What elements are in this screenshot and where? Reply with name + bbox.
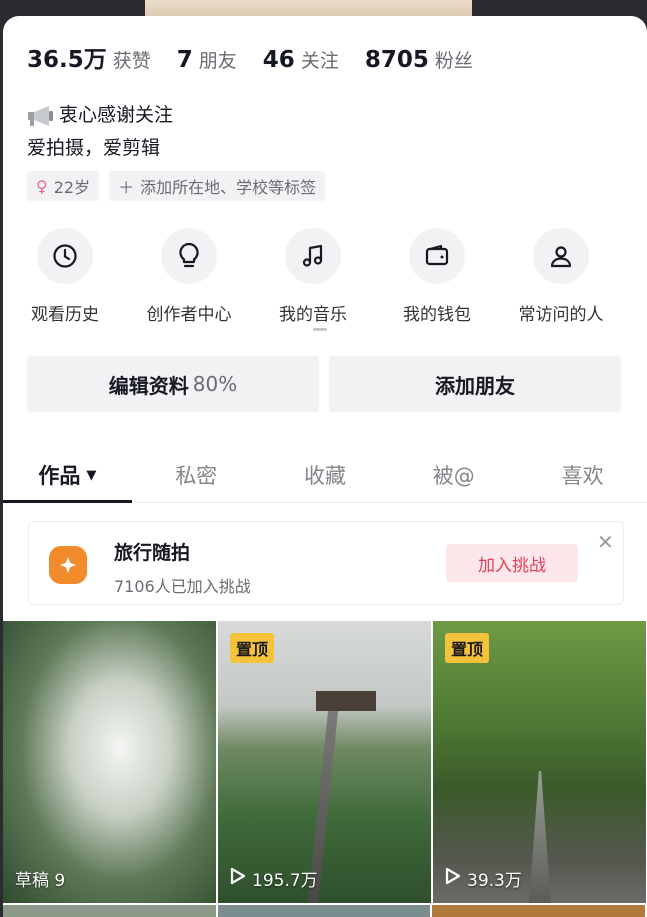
video-thumbnail[interactable] [432, 905, 646, 917]
video-thumbnail[interactable] [3, 905, 216, 917]
video-thumbnail[interactable]: 置顶 39.3万 [433, 621, 646, 903]
tab-label: 私密 [175, 464, 218, 488]
plus-icon: ＋ [118, 178, 135, 197]
clock-icon [37, 228, 93, 284]
add-tags-label: 添加所在地、学校等标签 [140, 178, 317, 197]
shortcut-label: 常访问的人 [518, 305, 604, 325]
following-stat[interactable]: 46 关注 [263, 46, 339, 73]
age-tag[interactable]: ♀ 22岁 [27, 171, 100, 201]
shortcut-my-music[interactable]: 我的音乐 [251, 228, 375, 325]
profile-page: 36.5万 获赞 7 朋友 46 关注 8705 粉丝 衷心感谢关注 爱拍摄，爱… [0, 0, 647, 917]
profile-completion: 80% [192, 372, 238, 396]
lightbulb-icon [161, 228, 217, 284]
followers-count: 8705 [364, 47, 429, 73]
female-icon: ♀ [36, 176, 48, 196]
shortcut-my-wallet[interactable]: 我的钱包 [375, 228, 499, 325]
shortcut-watch-history[interactable]: 观看历史 [3, 228, 127, 325]
tab-label: 被@ [432, 464, 475, 488]
video-caption: 39.3万 [445, 866, 522, 891]
likes-stat[interactable]: 36.5万 获赞 [27, 40, 151, 74]
video-thumbnail-drafts[interactable]: 草稿 9 [3, 621, 216, 903]
shortcut-frequent-visitors[interactable]: 常访问的人 [499, 228, 623, 325]
tab-mentions[interactable]: 被@ [389, 448, 518, 502]
shortcut-row: 观看历史 创作者中心 我的音乐 我的钱包 常访问的人 [3, 228, 647, 325]
edit-profile-button[interactable]: 编辑资料 80% [27, 356, 319, 412]
challenge-title: 旅行随拍 [114, 542, 191, 564]
view-count: 39.3万 [467, 871, 522, 891]
view-count: 195.7万 [252, 871, 318, 891]
close-icon[interactable]: ✕ [597, 530, 614, 554]
following-label: 关注 [300, 50, 339, 72]
followers-label: 粉丝 [434, 50, 473, 72]
profile-card: 36.5万 获赞 7 朋友 46 关注 8705 粉丝 衷心感谢关注 爱拍摄，爱… [3, 16, 647, 917]
video-caption: 195.7万 [230, 866, 318, 891]
play-icon [230, 867, 246, 890]
draft-count-label: 草稿 9 [15, 871, 66, 891]
bio-line-2: 爱拍摄，爱剪辑 [27, 137, 161, 159]
followers-stat[interactable]: 8705 粉丝 [365, 46, 473, 73]
tab-label: 收藏 [303, 464, 346, 488]
edit-profile-label: 编辑资料 [108, 373, 189, 398]
challenge-icon [49, 546, 87, 584]
add-friend-button[interactable]: 添加朋友 [329, 356, 621, 412]
shortcut-page-indicator [313, 328, 327, 331]
tab-favorites[interactable]: 收藏 [261, 448, 390, 502]
likes-label: 获赞 [112, 50, 151, 72]
shortcut-label: 创作者中心 [146, 305, 232, 325]
join-challenge-button[interactable]: 加入挑战 [446, 544, 578, 582]
profile-tags: ♀ 22岁 ＋ 添加所在地、学校等标签 [27, 171, 335, 201]
shortcut-label: 我的音乐 [279, 305, 347, 325]
bio[interactable]: 衷心感谢关注 爱拍摄，爱剪辑 [27, 99, 173, 165]
video-thumbnail[interactable] [217, 905, 431, 917]
video-thumbnail[interactable]: 置顶 195.7万 [218, 621, 431, 903]
pinned-badge: 置顶 [230, 633, 275, 663]
video-caption: 草稿 9 [15, 866, 65, 891]
caret-down-icon: ▼ [86, 467, 97, 483]
tab-private[interactable]: 私密 [132, 448, 261, 502]
megaphone-icon [27, 105, 55, 127]
challenge-participants: 7106人已加入挑战 [114, 577, 251, 596]
video-grid: 草稿 9 置顶 195.7万 置顶 39.3万 [3, 621, 647, 903]
shortcut-label: 观看历史 [31, 305, 99, 325]
play-icon [445, 867, 461, 890]
add-tags-button[interactable]: ＋ 添加所在地、学校等标签 [109, 171, 326, 201]
tab-label: 作品 [38, 464, 81, 488]
stats-row: 36.5万 获赞 7 朋友 46 关注 8705 粉丝 [27, 40, 499, 74]
profile-actions: 编辑资料 80% 添加朋友 [27, 356, 621, 412]
shortcut-label: 我的钱包 [403, 305, 471, 325]
age-value: 22岁 [53, 178, 91, 197]
pavilion [316, 691, 376, 711]
following-count: 46 [262, 47, 295, 73]
friends-label: 朋友 [198, 50, 237, 72]
add-friend-label: 添加朋友 [435, 373, 515, 398]
likes-count: 36.5万 [27, 47, 107, 73]
content-tabs: 作品 ▼ 私密 收藏 被@ 喜欢 [3, 448, 647, 503]
shortcut-creator-center[interactable]: 创作者中心 [127, 228, 251, 325]
video-grid-next-row [3, 905, 647, 917]
challenge-banner[interactable]: 旅行随拍 7106人已加入挑战 加入挑战 ✕ [28, 521, 624, 605]
pinned-badge: 置顶 [445, 633, 490, 663]
friends-count: 7 [176, 47, 193, 73]
tab-label: 喜欢 [561, 464, 604, 488]
road [529, 771, 551, 903]
tab-likes[interactable]: 喜欢 [518, 448, 647, 502]
tab-works[interactable]: 作品 ▼ [3, 448, 132, 503]
person-icon [533, 228, 589, 284]
music-note-icon [285, 228, 341, 284]
friends-stat[interactable]: 7 朋友 [177, 46, 237, 73]
wallet-icon [409, 228, 465, 284]
bio-line-1: 衷心感谢关注 [59, 104, 174, 126]
